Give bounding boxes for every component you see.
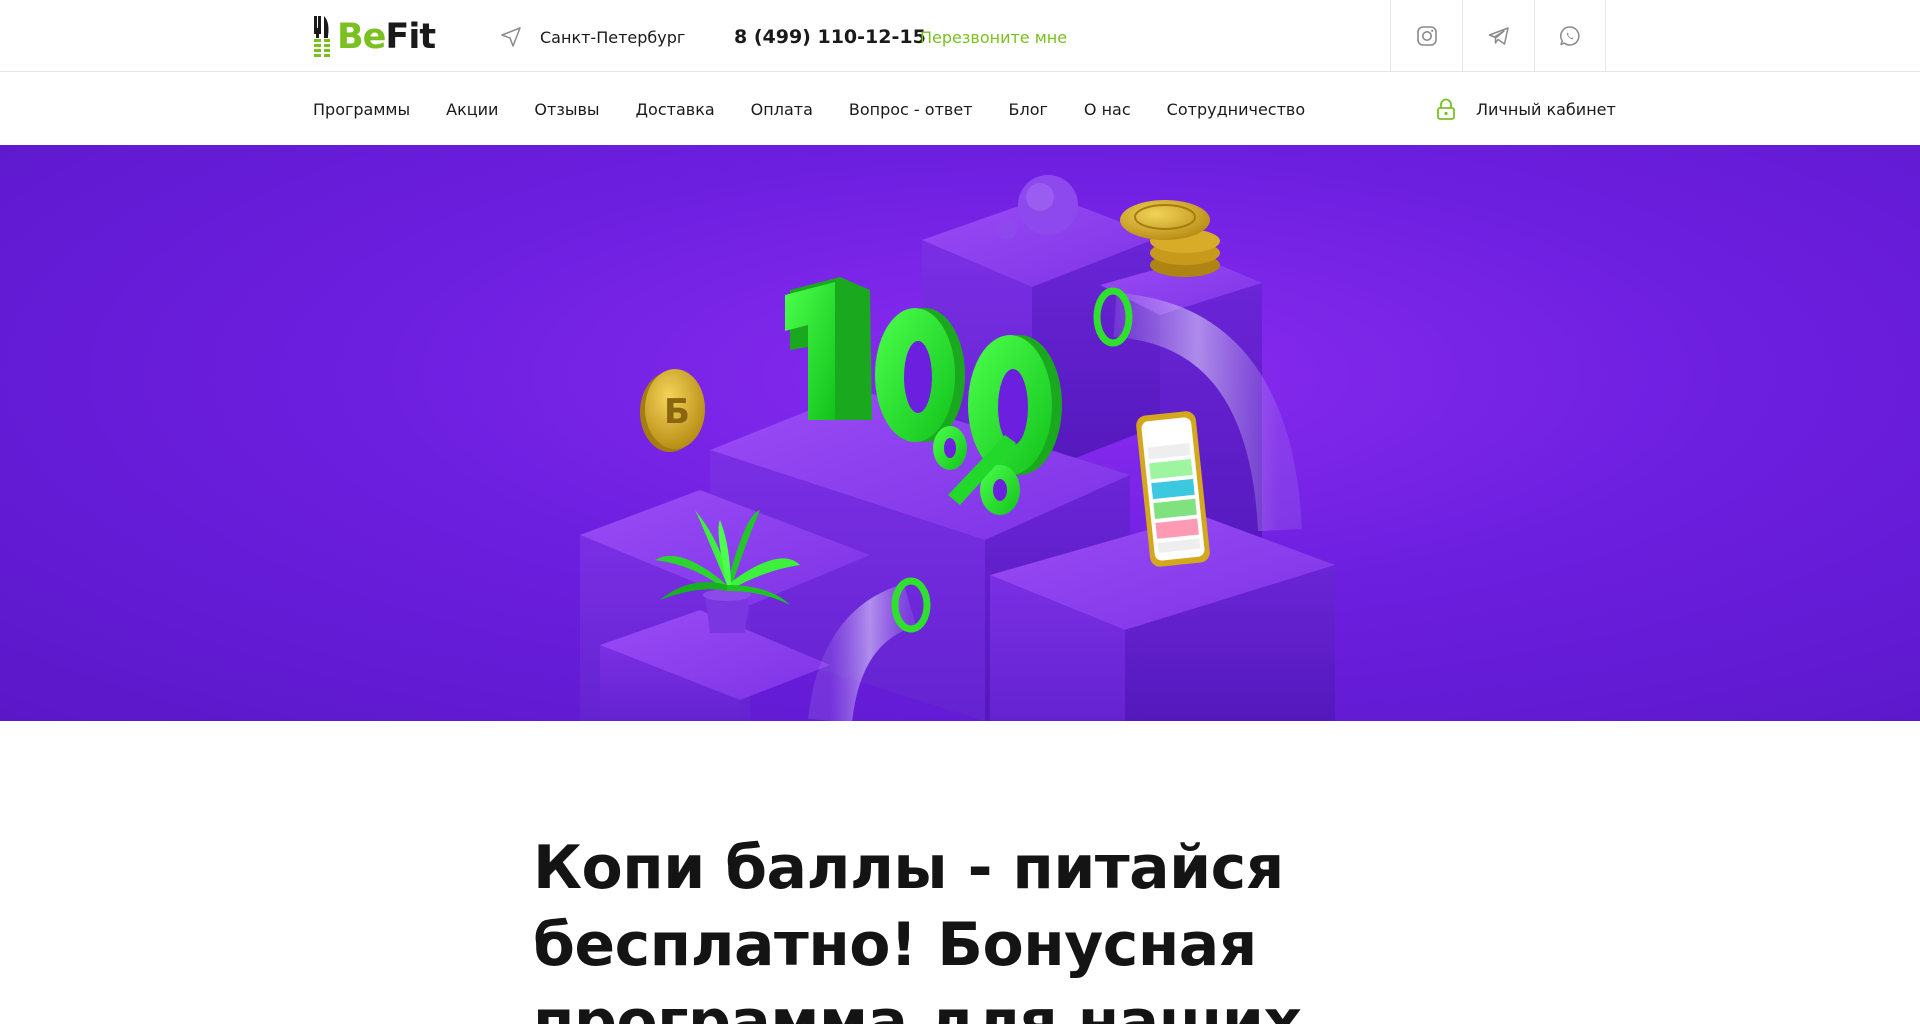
hero-illustration: Б bbox=[580, 175, 1335, 721]
city-selector[interactable]: Санкт-Петербург bbox=[500, 24, 685, 50]
logo-text: BeFit bbox=[337, 16, 436, 58]
nav-menu: Программы Акции Отзывы Доставка Оплата В… bbox=[313, 73, 1341, 145]
whatsapp-button[interactable] bbox=[1534, 0, 1606, 72]
nav-item-partnership[interactable]: Сотрудничество bbox=[1167, 100, 1305, 119]
logo-suffix: Fit bbox=[385, 17, 436, 57]
social-links bbox=[1390, 0, 1606, 72]
nav-item-reviews[interactable]: Отзывы bbox=[534, 100, 599, 119]
nav-item-programs[interactable]: Программы bbox=[313, 100, 410, 119]
lock-icon bbox=[1437, 98, 1455, 120]
page-headline: Копи баллы - питайся бесплатно! Бонусная… bbox=[533, 833, 1302, 1024]
logo[interactable]: BeFit bbox=[313, 16, 436, 58]
city-name: Санкт-Петербург bbox=[540, 27, 686, 47]
nav-item-faq[interactable]: Вопрос - ответ bbox=[849, 100, 973, 119]
main-nav: Программы Акции Отзывы Доставка Оплата В… bbox=[0, 73, 1920, 145]
personal-account-link[interactable]: Личный кабинет bbox=[1436, 73, 1616, 145]
logo-prefix: Be bbox=[337, 17, 386, 57]
phone-number[interactable]: 8 (499) 110-12-15 bbox=[734, 24, 926, 50]
telegram-button[interactable] bbox=[1462, 0, 1534, 72]
nav-item-blog[interactable]: Блог bbox=[1009, 100, 1048, 119]
top-bar: BeFit Санкт-Петербург 8 (499) 110-12-15 … bbox=[0, 0, 1920, 72]
instagram-button[interactable] bbox=[1390, 0, 1462, 72]
hero-banner: Б bbox=[0, 145, 1920, 721]
instagram-icon bbox=[1416, 26, 1437, 46]
nav-item-payment[interactable]: Оплата bbox=[751, 100, 813, 119]
nav-item-delivery[interactable]: Доставка bbox=[636, 100, 715, 119]
nav-item-about[interactable]: О нас bbox=[1084, 100, 1131, 119]
whatsapp-icon bbox=[1560, 26, 1580, 46]
nav-item-promotions[interactable]: Акции bbox=[446, 100, 498, 119]
location-arrow-icon bbox=[500, 26, 522, 48]
personal-account-label: Личный кабинет bbox=[1476, 99, 1616, 119]
fork-knife-icon bbox=[313, 16, 333, 58]
telegram-icon bbox=[1488, 27, 1509, 45]
svg-text:Б: Б bbox=[664, 392, 690, 432]
callback-link[interactable]: Перезвоните мне bbox=[920, 25, 1067, 51]
